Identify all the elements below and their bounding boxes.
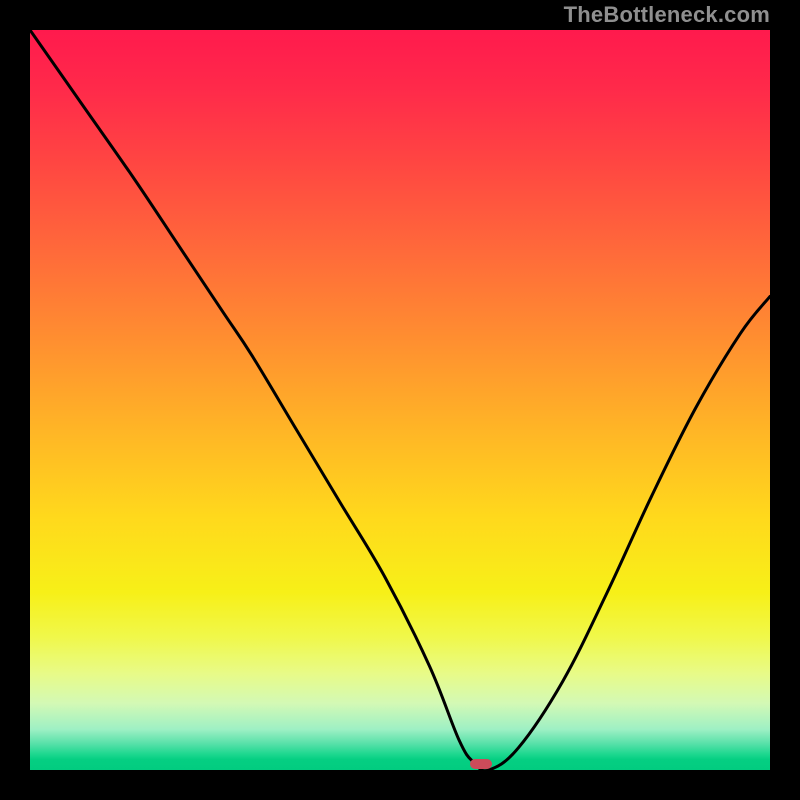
optimal-marker	[470, 759, 492, 769]
chart-frame: TheBottleneck.com	[0, 0, 800, 800]
watermark-label: TheBottleneck.com	[564, 2, 770, 28]
plot-area	[30, 30, 770, 770]
bottleneck-curve	[30, 30, 770, 770]
curve-svg	[30, 30, 770, 770]
